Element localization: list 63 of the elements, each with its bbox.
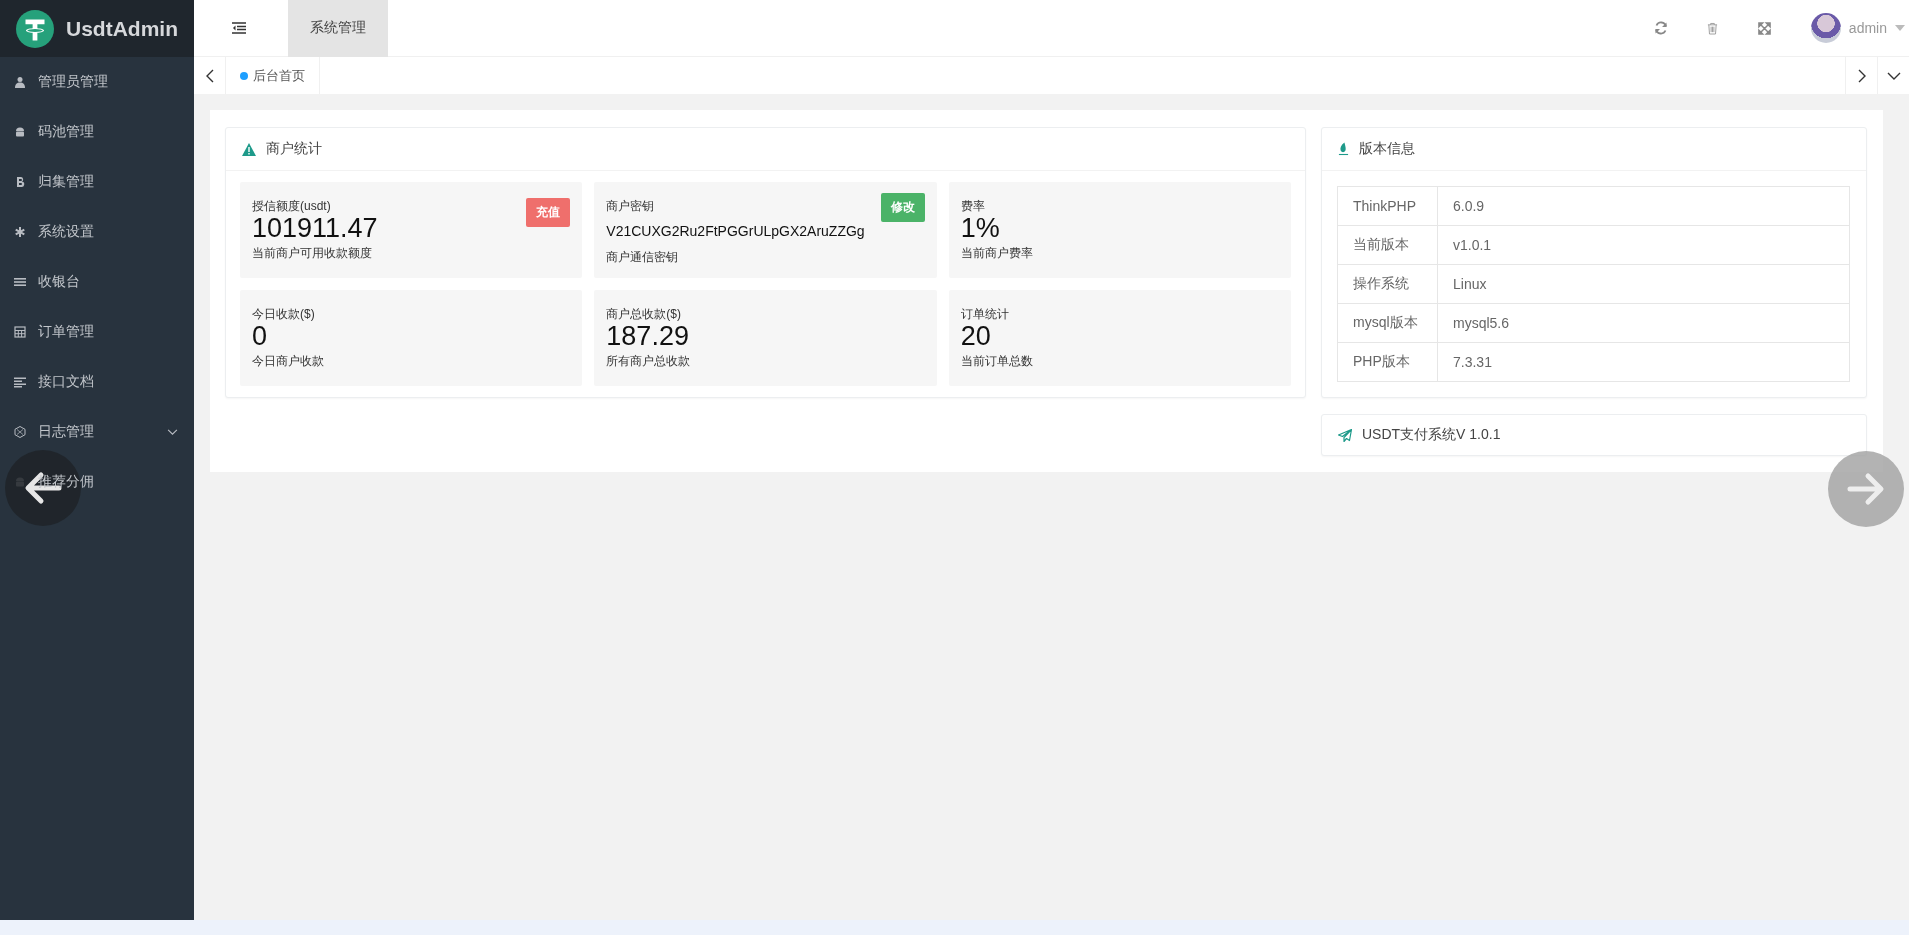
table-cell: Linux bbox=[1437, 264, 1850, 304]
stat-label: 今日收款($) bbox=[252, 306, 315, 323]
stat-value: 187.29 bbox=[606, 321, 690, 351]
fullscreen-icon bbox=[1758, 21, 1772, 35]
refresh-icon bbox=[1653, 21, 1668, 35]
stat-value: 20 bbox=[960, 321, 992, 351]
stat-value: V21CUXG2Ru2FtPGGrULpGX2AruZZGg bbox=[606, 222, 866, 241]
warning-icon bbox=[242, 142, 256, 156]
top-menu-tab[interactable]: 系统管理 bbox=[288, 0, 388, 57]
stat-label: 费率 bbox=[960, 198, 985, 215]
stat-label: 授信额度(usdt) bbox=[252, 198, 331, 215]
list-icon bbox=[14, 276, 26, 288]
table-cell: 6.0.9 bbox=[1437, 186, 1850, 226]
avatar[interactable] bbox=[1810, 13, 1841, 43]
sidebar-item[interactable]: 管理员管理 bbox=[0, 57, 194, 107]
table-cell: v1.0.1 bbox=[1437, 225, 1850, 265]
align-left-icon bbox=[14, 376, 26, 388]
stat-label: 商户总收款($) bbox=[606, 306, 681, 323]
stat-value: 101911.47 bbox=[252, 213, 379, 243]
sidebar-item[interactable]: 码池管理 bbox=[0, 107, 194, 157]
hexagon-icon bbox=[14, 426, 26, 438]
user-icon bbox=[14, 76, 26, 88]
paper-plane-icon bbox=[1338, 428, 1352, 442]
asterisk-icon bbox=[14, 226, 26, 238]
app-title: UsdtAdmin bbox=[66, 16, 178, 41]
chevron-down-icon bbox=[1886, 71, 1901, 80]
card-title: 商户统计 bbox=[266, 140, 322, 158]
tether-logo-icon bbox=[16, 9, 54, 48]
trash-icon bbox=[1707, 21, 1719, 35]
leaf-icon bbox=[1338, 142, 1349, 156]
sidebar-item[interactable]: 归集管理 bbox=[0, 157, 194, 207]
stat-note: 所有商户总收款 bbox=[606, 353, 692, 370]
system-version: USDT支付系统V 1.0.1 bbox=[1362, 426, 1501, 444]
table-cell: 7.3.31 bbox=[1437, 342, 1850, 382]
stat-note: 今日商户收款 bbox=[252, 353, 325, 370]
table-cell: mysql版本 bbox=[1337, 303, 1438, 343]
chevron-left-icon bbox=[205, 68, 214, 83]
table-cell: 当前版本 bbox=[1337, 225, 1438, 265]
table-cell: mysql5.6 bbox=[1437, 303, 1850, 343]
calculator-icon bbox=[14, 326, 26, 338]
stat-label: 商户密钥 bbox=[606, 198, 655, 215]
stat-label: 订单统计 bbox=[960, 306, 1009, 323]
sidebar-item[interactable]: 系统设置 bbox=[0, 207, 194, 257]
table-cell: 操作系统 bbox=[1337, 264, 1438, 304]
sidebar-item[interactable]: 订单管理 bbox=[0, 307, 194, 357]
stat-note: 当前订单总数 bbox=[960, 353, 1034, 370]
stat-note: 当前商户费率 bbox=[960, 245, 1034, 262]
stat-note: 商户通信密钥 bbox=[606, 249, 680, 266]
sidebar-item[interactable]: 收银台 bbox=[0, 257, 194, 307]
bitcoin-icon bbox=[14, 176, 26, 188]
card-title: 版本信息 bbox=[1359, 140, 1415, 158]
sidebar-item[interactable]: 日志管理 bbox=[0, 407, 194, 457]
caret-icon bbox=[1895, 25, 1905, 31]
stat-value: 1% bbox=[960, 213, 1001, 243]
chevron-right-icon bbox=[1857, 68, 1866, 83]
table-cell: PHP版本 bbox=[1337, 342, 1438, 382]
table-cell: ThinkPHP bbox=[1337, 186, 1438, 226]
page-tab[interactable]: 后台首页 bbox=[226, 57, 320, 94]
menu-icon bbox=[232, 22, 246, 34]
chevron-down-icon bbox=[167, 428, 178, 436]
sidebar-item[interactable]: 接口文档 bbox=[0, 357, 194, 407]
stat-value: 0 bbox=[252, 321, 269, 351]
stat-note: 当前商户可用收款额度 bbox=[252, 245, 373, 262]
